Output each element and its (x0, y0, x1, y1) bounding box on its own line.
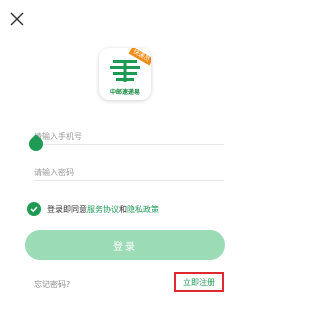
agreement-checkbox[interactable] (27, 202, 41, 216)
agreement-text: 登录即同意服务协议和隐私政策 (47, 204, 159, 215)
close-icon (10, 12, 24, 26)
agreement-row: 登录即同意服务协议和隐私政策 (27, 201, 159, 217)
register-link[interactable]: 立即注册 (174, 272, 224, 292)
agreement-prefix: 登录即同意 (47, 204, 87, 214)
login-button[interactable]: 登录 (25, 230, 225, 260)
phone-input[interactable] (34, 126, 224, 147)
privacy-policy-link[interactable]: 隐私政策 (127, 205, 159, 214)
close-button[interactable] (8, 10, 26, 28)
agreement-conjunction: 和 (119, 204, 127, 214)
password-input[interactable] (34, 162, 224, 183)
register-label: 立即注册 (183, 277, 215, 287)
phone-field[interactable] (34, 124, 224, 147)
service-agreement-link[interactable]: 服务协议 (87, 205, 119, 214)
check-icon (30, 206, 38, 213)
password-field[interactable] (34, 160, 224, 183)
logo-caption: 中邮速递易 (109, 89, 140, 96)
forgot-password-link[interactable]: 忘记密码? (34, 279, 70, 290)
app-logo: 快递员 中邮速递易 (99, 48, 151, 100)
